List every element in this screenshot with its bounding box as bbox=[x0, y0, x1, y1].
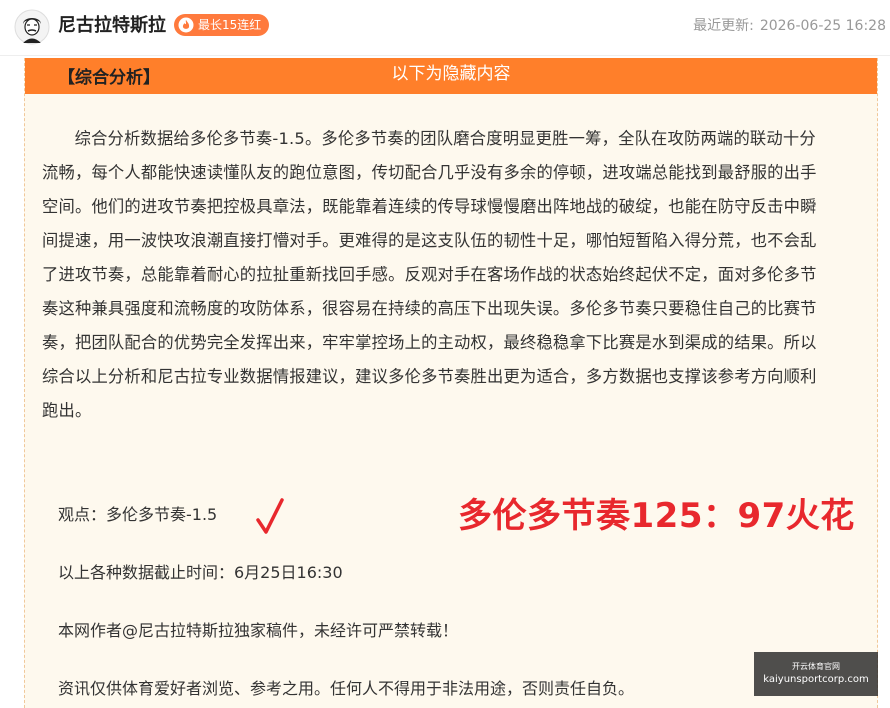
checkmark-icon bbox=[256, 498, 284, 534]
watermark-site: kaiyunsportcorp.com bbox=[763, 674, 869, 685]
avatar[interactable] bbox=[14, 9, 50, 45]
page-header: 尼古拉特斯拉 最长15连红 最近更新: 2026-06-25 16:28 bbox=[0, 0, 890, 56]
streak-badge-label: 最长15连红 bbox=[198, 18, 262, 32]
viewpoint-text: 观点：多伦多节奏-1.5 bbox=[58, 505, 218, 524]
copyright-notice: 本网作者@尼古拉特斯拉独家稿件，未经许可严禁转载！ bbox=[58, 621, 459, 640]
update-time: 最近更新: 2026-06-25 16:28 bbox=[693, 16, 886, 36]
site-watermark: 开云体育官网 kaiyunsportcorp.com bbox=[754, 652, 878, 696]
author-name[interactable]: 尼古拉特斯拉 bbox=[58, 14, 166, 38]
update-time-label: 最近更新: bbox=[693, 18, 754, 34]
match-result: 多伦多节奏125：97火花 bbox=[458, 496, 855, 536]
analysis-paragraph: 综合分析数据给多伦多节奏-1.5。多伦多节奏的团队磨合度明显更胜一筹，全队在攻防… bbox=[42, 129, 817, 420]
section-title: 【综合分析】 bbox=[58, 68, 160, 88]
flame-icon bbox=[178, 17, 194, 33]
disclaimer-text: 资讯仅供体育爱好者浏览、参考之用。任何人不得用于非法用途，否则责任自负。 bbox=[58, 679, 635, 698]
watermark-title: 开云体育官网 bbox=[792, 662, 840, 671]
update-time-value: 2026-06-25 16:28 bbox=[759, 18, 886, 34]
data-cutoff-text: 以上各种数据截止时间：6月25日16:30 bbox=[58, 563, 343, 582]
streak-badge: 最长15连红 bbox=[174, 14, 270, 36]
